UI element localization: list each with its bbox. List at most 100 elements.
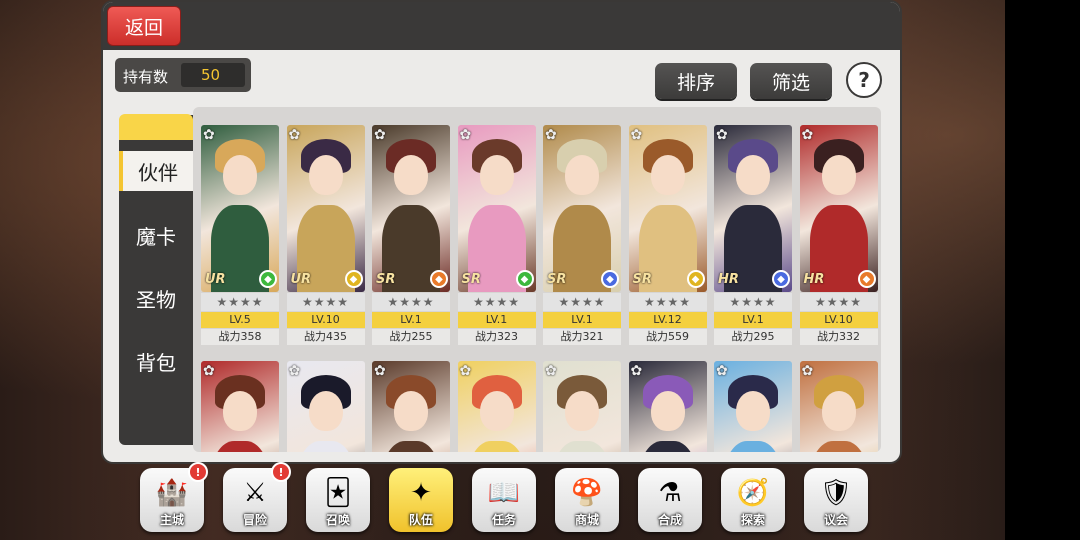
flower-icon: ✿	[716, 127, 728, 143]
tab-bag[interactable]: 背包	[119, 341, 193, 381]
nav-explore-button[interactable]: 🧭 探索	[721, 468, 785, 532]
character-card[interactable]: ✿ HR ◆ ★★★★ LV.10 战力332	[799, 125, 878, 345]
back-button[interactable]: 返回	[107, 6, 181, 46]
nav-summon-button[interactable]: 🃏 召唤	[306, 468, 370, 532]
nav-craft-button[interactable]: ⚗ 合成	[638, 468, 702, 532]
character-card[interactable]: ✿ UR ◆ ★★★★ LV.5 战力358	[201, 125, 279, 345]
character-card[interactable]: ✿ SR ◆ ★★★★ LV.1 战力323	[457, 125, 536, 345]
face-shape	[565, 391, 599, 431]
tab-partners[interactable]: 伙伴	[119, 151, 193, 191]
face-shape	[736, 155, 770, 195]
sort-button[interactable]: 排序	[655, 63, 737, 99]
outfit-shape	[382, 441, 440, 452]
element-icon: ◆	[601, 270, 619, 288]
owned-count: 持有数 50	[115, 58, 251, 92]
party-panel: 返回 持有数 50 排序 筛选 ? 伙伴 魔卡 圣物 背包 ✿ UR ◆ ★★★★ LV…	[103, 2, 900, 462]
power-label: 战力435	[286, 329, 365, 345]
element-icon: ◆	[259, 270, 277, 288]
council-icon: 🛡	[819, 478, 853, 508]
power-label: 战力255	[372, 329, 450, 345]
power-label: 战力321	[543, 329, 621, 345]
character-portrait: ✿ UR ◆	[286, 125, 365, 292]
nav-main-city-button[interactable]: 🏰 主城!	[140, 462, 208, 532]
character-card[interactable]: ✿	[628, 361, 707, 452]
star-rating: ★★★★	[201, 293, 279, 311]
power-label: 战力358	[201, 329, 279, 345]
nav-shop-button[interactable]: 🍄 商城	[555, 468, 619, 532]
rarity-label: SR	[632, 272, 652, 287]
face-shape	[308, 391, 343, 431]
flower-icon: ✿	[459, 363, 472, 379]
character-card[interactable]: ✿ SR ◆ ★★★★ LV.1 战力255	[372, 125, 450, 345]
character-card[interactable]: ✿	[201, 361, 279, 452]
character-portrait: ✿	[457, 361, 536, 452]
rarity-label: SR	[376, 272, 396, 287]
power-label: 战力295	[714, 329, 792, 345]
nav-council-button[interactable]: 🛡 议会	[804, 468, 868, 532]
character-card[interactable]: ✿ UR ◆ ★★★★ LV.10 战力435	[286, 125, 365, 345]
outfit-shape	[638, 441, 697, 452]
flower-icon: ✿	[288, 127, 301, 143]
nav-quest-button[interactable]: 📖 任务	[472, 468, 536, 532]
character-card[interactable]: ✿	[457, 361, 536, 452]
character-card[interactable]: ✿ HR ◆ ★★★★ LV.1 战力295	[714, 125, 792, 345]
flower-icon: ✿	[630, 363, 643, 379]
flower-icon: ✿	[374, 127, 386, 143]
nav-label: 任务	[491, 513, 516, 527]
alert-badge: !	[271, 462, 291, 482]
character-portrait: ✿	[286, 361, 365, 452]
character-card[interactable]: ✿	[714, 361, 792, 452]
power-label: 战力332	[799, 329, 878, 345]
element-icon: ◆	[686, 270, 705, 288]
character-portrait: ✿	[543, 361, 621, 452]
alert-badge: !	[188, 462, 208, 482]
level-label: LV.10	[799, 312, 878, 328]
character-portrait: ✿	[201, 361, 279, 452]
element-icon: ◆	[857, 270, 876, 288]
character-portrait: ✿ SR ◆	[543, 125, 621, 292]
character-card[interactable]: ✿	[799, 361, 878, 452]
character-portrait: ✿ UR ◆	[201, 125, 279, 292]
flower-icon: ✿	[374, 363, 386, 379]
nav-label: 冒险	[242, 513, 267, 527]
character-portrait: ✿	[799, 361, 878, 452]
star-rating: ★★★★	[372, 293, 450, 311]
character-portrait: ✿	[714, 361, 792, 452]
character-card[interactable]: ✿	[372, 361, 450, 452]
level-label: LV.1	[714, 312, 792, 328]
character-portrait: ✿ SR ◆	[372, 125, 450, 292]
nav-label: 合成	[657, 513, 682, 527]
help-button[interactable]: ?	[846, 62, 882, 98]
nav-label: 商城	[574, 513, 599, 527]
level-label: LV.12	[628, 312, 707, 328]
tab-magic-cards[interactable]: 魔卡	[119, 215, 193, 255]
character-card[interactable]: ✿ SR ◆ ★★★★ LV.1 战力321	[543, 125, 621, 345]
flower-icon: ✿	[203, 127, 215, 143]
nav-adventure-button[interactable]: ⚔ 冒险!	[223, 462, 291, 532]
flower-icon: ✿	[801, 363, 814, 379]
face-shape	[223, 391, 257, 431]
face-shape	[223, 155, 257, 195]
nav-team-button[interactable]: ✦ 队伍	[389, 468, 453, 532]
outfit-shape	[211, 441, 269, 452]
element-icon: ◆	[344, 270, 363, 288]
character-card[interactable]: ✿ SR ◆ ★★★★ LV.12 战力559	[628, 125, 707, 345]
outfit-shape	[553, 441, 611, 452]
face-shape	[565, 155, 599, 195]
tab-relics[interactable]: 圣物	[119, 278, 193, 318]
nav-label: 议会	[823, 513, 848, 527]
filter-button[interactable]: 筛选	[750, 63, 832, 99]
element-icon: ◆	[772, 270, 790, 288]
character-grid: ✿ UR ◆ ★★★★ LV.5 战力358 ✿ UR ◆ ★★★★ LV.10 战力435 ✿ SR ◆ ★…	[193, 107, 881, 452]
level-label: LV.1	[457, 312, 536, 328]
star-rating: ★★★★	[457, 293, 536, 311]
team-icon: ✦	[410, 478, 432, 508]
element-icon: ◆	[515, 270, 534, 288]
character-portrait: ✿ SR ◆	[628, 125, 707, 292]
character-card[interactable]: ✿	[286, 361, 365, 452]
sidebar-accent	[119, 114, 193, 140]
character-portrait: ✿ SR ◆	[457, 125, 536, 292]
owned-label: 持有数	[123, 68, 169, 86]
character-card[interactable]: ✿	[543, 361, 621, 452]
face-shape	[308, 155, 343, 195]
